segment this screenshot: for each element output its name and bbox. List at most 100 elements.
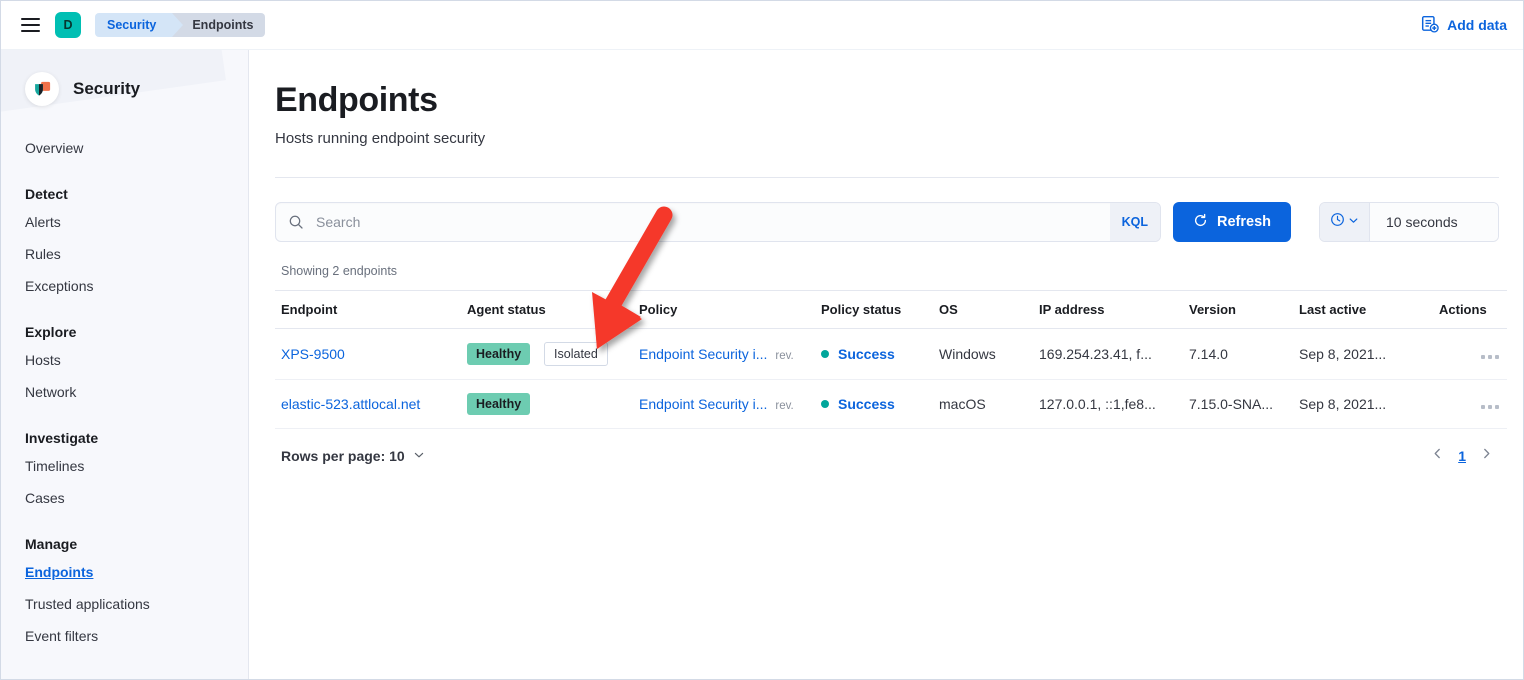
sidebar-item-cases[interactable]: Cases — [1, 482, 248, 514]
cell-version: 7.15.0-SNA... — [1183, 379, 1293, 429]
table-header: Endpoint Agent status Policy Policy stat… — [275, 290, 1507, 329]
status-dot-icon — [821, 400, 829, 408]
column-header-actions: Actions — [1433, 290, 1507, 329]
page-body: Security Overview Detect Alerts Rules Ex… — [1, 50, 1523, 679]
dot — [1495, 355, 1499, 359]
sidebar-item-overview[interactable]: Overview — [1, 132, 248, 164]
more-actions-icon[interactable] — [1481, 405, 1499, 409]
elastic-security-logo-icon — [25, 72, 59, 106]
sidebar-group-manage: Manage — [25, 536, 78, 552]
rows-per-page-selector[interactable]: Rows per page: 10 — [281, 448, 425, 464]
hamburger-menu-icon[interactable] — [15, 10, 45, 40]
global-header-right: Add data — [1421, 15, 1507, 36]
add-data-icon — [1421, 15, 1439, 36]
sidebar-brand: Security — [1, 50, 248, 106]
column-header-os[interactable]: OS — [933, 290, 1033, 329]
column-header-version[interactable]: Version — [1183, 290, 1293, 329]
chevron-down-icon — [1348, 213, 1359, 231]
table-row: XPS-9500 Healthy Isolated Endpoint Secur… — [275, 328, 1507, 380]
sidebar-item-endpoints[interactable]: Endpoints — [1, 556, 248, 588]
cell-last-active: Sep 8, 2021... — [1293, 379, 1433, 429]
cell-last-active: Sep 8, 2021... — [1293, 328, 1433, 380]
avatar[interactable]: D — [55, 12, 81, 38]
cell-agent-status: Healthy — [461, 379, 633, 429]
agent-status-badge: Healthy — [467, 393, 531, 415]
pagination-page-1[interactable]: 1 — [1458, 448, 1466, 464]
column-header-endpoint[interactable]: Endpoint — [275, 290, 461, 329]
breadcrumb-item-endpoints[interactable]: Endpoints — [172, 13, 266, 37]
cell-actions — [1433, 328, 1507, 380]
isolated-badge: Isolated — [544, 342, 608, 366]
main-content: Endpoints Hosts running endpoint securit… — [249, 50, 1523, 679]
column-header-policy-status[interactable]: Policy status — [815, 290, 933, 329]
column-header-last-active[interactable]: Last active — [1293, 290, 1433, 329]
sidebar-group-explore: Explore — [25, 324, 77, 340]
cell-policy: Endpoint Security i... rev. — [633, 379, 815, 429]
cell-os: macOS — [933, 379, 1033, 429]
sidebar-item-rules[interactable]: Rules — [1, 238, 248, 270]
sidebar-item-alerts[interactable]: Alerts — [1, 206, 248, 238]
breadcrumb: Security Endpoints — [95, 13, 266, 37]
cell-ip-address: 127.0.0.1, ::1,fe8... — [1033, 379, 1183, 429]
more-actions-icon[interactable] — [1481, 355, 1499, 359]
header-divider — [275, 177, 1499, 178]
endpoint-link[interactable]: elastic-523.attlocal.net — [281, 396, 420, 412]
hamburger-bar — [20, 24, 40, 26]
status-dot-icon — [821, 350, 829, 358]
dot — [1495, 405, 1499, 409]
cell-actions — [1433, 379, 1507, 429]
refresh-interval-toggle[interactable] — [1320, 203, 1370, 241]
policy-revision: rev. — [775, 400, 794, 412]
sidebar-item-hosts[interactable]: Hosts — [1, 344, 248, 376]
policy-cell: Endpoint Security i... rev. — [639, 396, 807, 412]
global-header: D Security Endpoints Add data — [1, 1, 1523, 50]
sidebar-group-detect: Detect — [25, 186, 68, 202]
search-bar[interactable]: KQL — [275, 202, 1161, 242]
policy-link[interactable]: Endpoint Security i... — [639, 346, 767, 362]
chevron-down-icon — [413, 448, 425, 464]
cell-ip-address: 169.254.23.41, f... — [1033, 328, 1183, 380]
page-subtitle: Hosts running endpoint security — [275, 130, 486, 147]
dot — [1488, 355, 1492, 359]
policy-status-label[interactable]: Success — [838, 346, 895, 362]
query-language-badge[interactable]: KQL — [1109, 203, 1160, 241]
endpoints-table: Endpoint Agent status Policy Policy stat… — [275, 290, 1507, 429]
policy-revision: rev. — [775, 350, 794, 362]
column-header-policy[interactable]: Policy — [633, 290, 815, 329]
search-input[interactable] — [316, 204, 1110, 240]
sidebar-brand-label: Security — [73, 79, 141, 98]
chevron-left-icon[interactable] — [1431, 447, 1444, 464]
column-header-ip-address[interactable]: IP address — [1033, 290, 1183, 329]
sidebar-item-network[interactable]: Network — [1, 376, 248, 408]
pagination: 1 — [1431, 447, 1493, 464]
add-data-label: Add data — [1447, 17, 1507, 33]
column-header-agent-status[interactable]: Agent status — [461, 290, 633, 329]
clock-icon — [1330, 212, 1345, 232]
policy-status-label[interactable]: Success — [838, 396, 895, 412]
sidebar-item-exceptions[interactable]: Exceptions — [1, 270, 248, 302]
policy-link[interactable]: Endpoint Security i... — [639, 396, 767, 412]
refresh-button[interactable]: Refresh — [1173, 202, 1291, 242]
cell-version: 7.14.0 — [1183, 328, 1293, 380]
policy-cell: Endpoint Security i... rev. — [639, 346, 807, 362]
cell-policy-status: Success — [815, 328, 933, 380]
add-data-button[interactable]: Add data — [1421, 15, 1507, 36]
sidebar-group-investigate: Investigate — [25, 430, 99, 446]
refresh-label: Refresh — [1217, 214, 1271, 230]
policy-status: Success — [821, 346, 925, 362]
refresh-interval-picker[interactable]: 10 seconds — [1319, 202, 1499, 242]
result-count: Showing 2 endpoints — [281, 264, 398, 278]
table-row: elastic-523.attlocal.net Healthy Endpoin… — [275, 379, 1507, 429]
refresh-interval-value[interactable]: 10 seconds — [1370, 203, 1498, 241]
sidebar-item-event-filters[interactable]: Event filters — [1, 620, 248, 652]
agent-status-badge: Healthy — [467, 343, 531, 365]
breadcrumb-item-security[interactable]: Security — [95, 13, 184, 37]
table-footer: Rows per page: 10 1 — [275, 447, 1499, 464]
sidebar: Security Overview Detect Alerts Rules Ex… — [1, 50, 249, 679]
endpoint-link[interactable]: XPS-9500 — [281, 346, 345, 362]
sidebar-item-timelines[interactable]: Timelines — [1, 450, 248, 482]
chevron-right-icon[interactable] — [1480, 447, 1493, 464]
refresh-icon — [1193, 213, 1208, 232]
page-title: Endpoints — [275, 81, 438, 119]
sidebar-item-trusted-applications[interactable]: Trusted applications — [1, 588, 248, 620]
